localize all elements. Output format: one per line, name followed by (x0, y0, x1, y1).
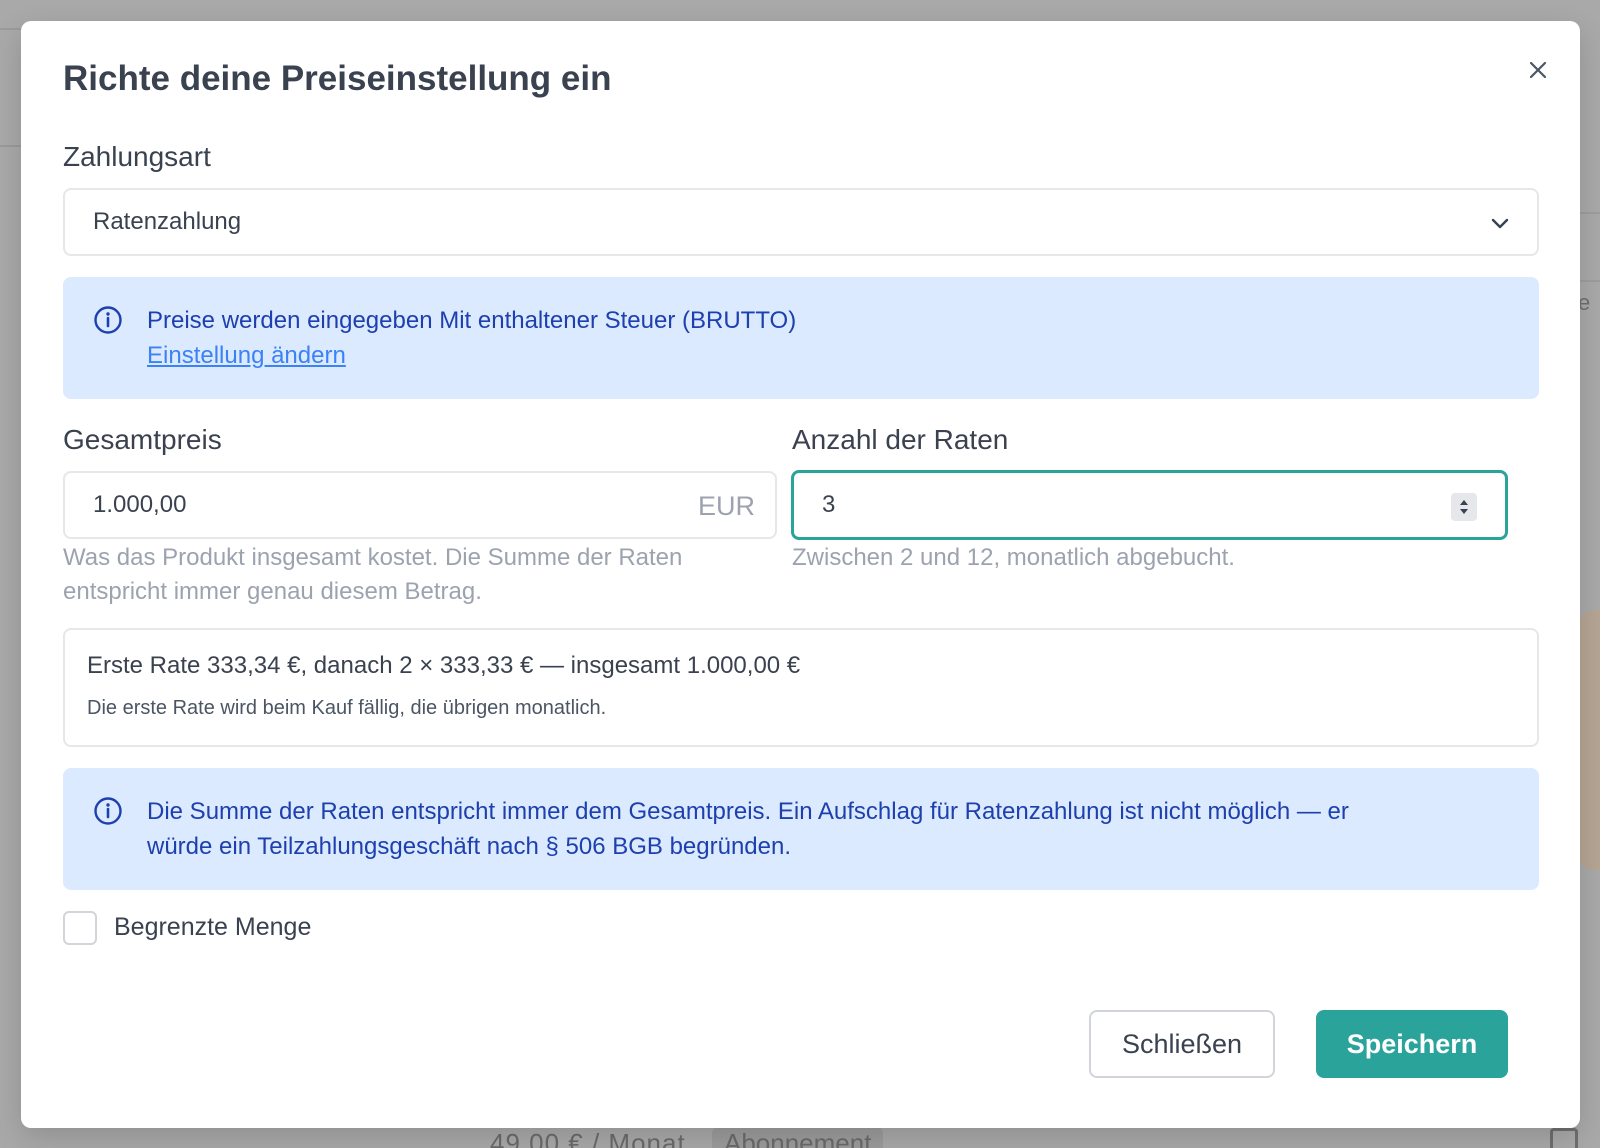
total-price-value: 1.000,00 (93, 491, 187, 518)
total-price-help-line: entspricht immer genau diesem Betrag. (63, 578, 482, 605)
total-price-label: Gesamtpreis (63, 424, 222, 455)
info-icon (94, 797, 122, 825)
legal-info-box: Die Summe der Raten entspricht immer dem… (63, 768, 1539, 890)
change-setting-link[interactable]: Einstellung ändern (147, 338, 796, 373)
payment-type-label: Zahlungsart (63, 141, 211, 172)
total-price-help-line: Was das Produkt insgesamt kostet. Die Su… (63, 544, 683, 571)
summary-sub-text: Die erste Rate wird beim Kauf fällig, di… (87, 697, 607, 719)
close-button[interactable] (1521, 53, 1555, 87)
info-icon (94, 306, 122, 334)
background-price-text: 49,00 € / Monat (490, 1128, 686, 1148)
background-badge: Abonnement (712, 1126, 884, 1148)
legal-info-line: Die Summe der Raten entspricht immer dem… (147, 798, 1349, 825)
save-button[interactable]: Speichern (1316, 1010, 1508, 1078)
trash-icon (1550, 1128, 1578, 1148)
currency-suffix: EUR (697, 491, 755, 521)
total-price-input[interactable]: 1.000,00 EUR (63, 471, 777, 539)
number-stepper[interactable] (1451, 493, 1477, 521)
tax-info-box: Preise werden eingegeben Mit enthaltener… (63, 277, 1539, 399)
limited-quantity-checkbox[interactable] (63, 911, 97, 945)
limited-quantity-label: Begrenzte Menge (114, 913, 312, 941)
chevron-down-icon (1491, 218, 1509, 229)
installments-input[interactable]: 3 (791, 470, 1508, 540)
stepper-arrows-icon (1460, 500, 1468, 514)
total-price-help: Was das Produkt insgesamt kostet. Die Su… (63, 541, 682, 609)
installment-summary: Erste Rate 333,34 €, danach 2 × 333,33 €… (63, 628, 1539, 747)
installments-value: 3 (822, 491, 836, 518)
legal-info-line: würde ein Teilzahlungsgeschäft nach § 50… (147, 833, 792, 860)
close-icon (1529, 61, 1547, 79)
close-dialog-button[interactable]: Schließen (1089, 1010, 1275, 1078)
installments-help: Zwischen 2 und 12, monatlich abgebucht. (792, 544, 1235, 571)
dialog-title: Richte deine Preiseinstellung ein (63, 59, 612, 98)
pricing-dialog: Richte deine Preiseinstellung ein Zahlun… (21, 21, 1580, 1128)
payment-type-value: Ratenzahlung (93, 208, 242, 235)
tax-info-text: Preise werden eingegeben Mit enthaltener… (147, 307, 797, 334)
payment-type-select[interactable]: Ratenzahlung (63, 188, 1539, 256)
summary-main-text: Erste Rate 333,34 €, danach 2 × 333,33 €… (87, 652, 801, 679)
installments-label: Anzahl der Raten (792, 424, 1009, 455)
background-divider (0, 145, 22, 147)
background-panel (1578, 610, 1600, 870)
background-divider (0, 28, 22, 30)
